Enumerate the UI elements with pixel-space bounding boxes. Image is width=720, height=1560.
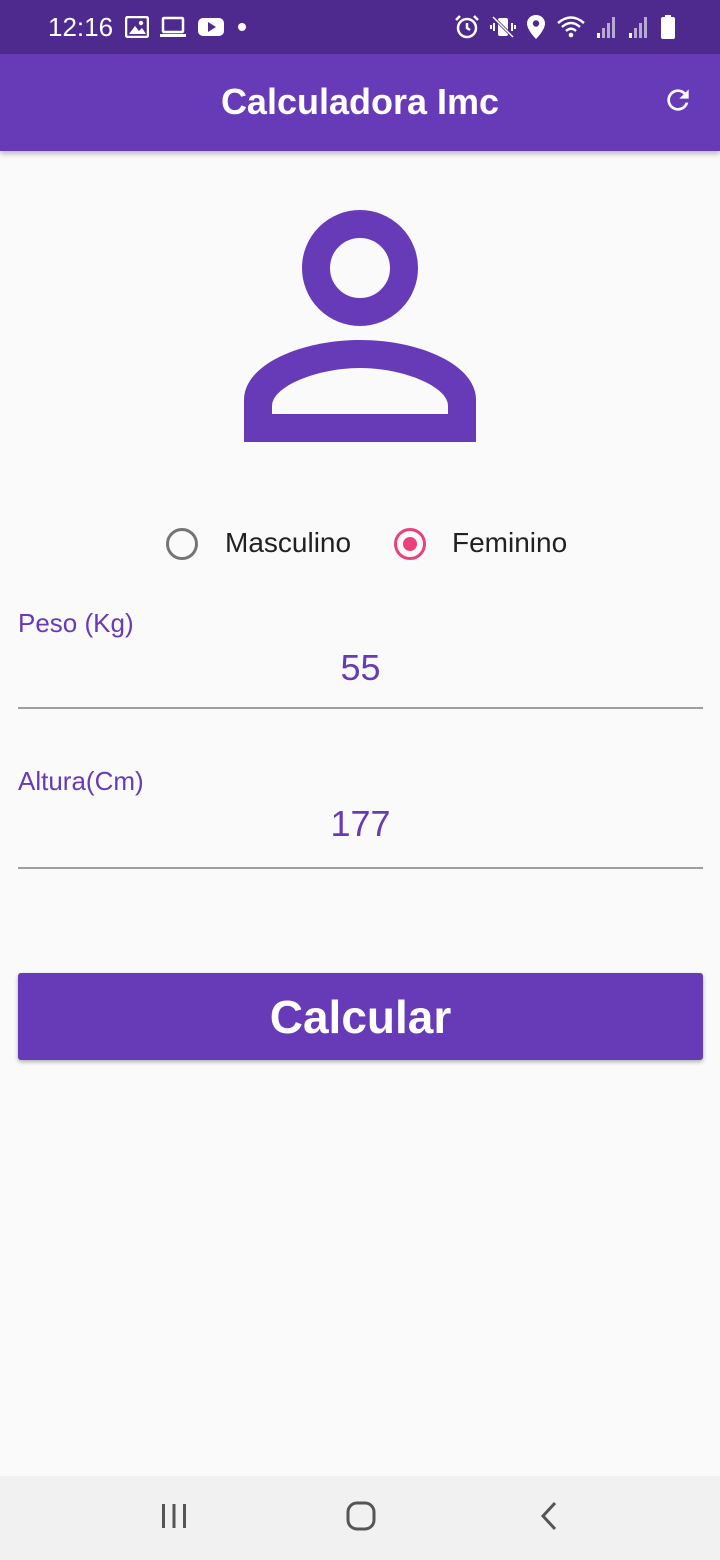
- battery-icon: [660, 14, 676, 40]
- location-icon: [526, 14, 546, 40]
- status-left-icons: [125, 13, 249, 41]
- radio-feminino[interactable]: [394, 528, 426, 560]
- dot-icon: [235, 16, 249, 38]
- altura-label: Altura(Cm): [18, 766, 144, 796]
- laptop-icon: [159, 16, 187, 38]
- home-icon: [345, 1500, 377, 1537]
- altura-field[interactable]: Altura(Cm) 177: [18, 765, 703, 871]
- altura-underline: [18, 867, 703, 869]
- refresh-icon: [662, 84, 694, 121]
- altura-input[interactable]: 177: [18, 803, 703, 845]
- radio-masculino[interactable]: [166, 528, 198, 560]
- navigation-bar: [0, 1476, 720, 1560]
- person-icon: [236, 200, 484, 448]
- radio-label-feminino[interactable]: Feminino: [452, 526, 567, 560]
- peso-label: Peso (Kg): [18, 608, 134, 638]
- vibrate-icon: [490, 14, 516, 40]
- refresh-button[interactable]: [658, 82, 698, 122]
- back-button[interactable]: [525, 1494, 573, 1542]
- recent-apps-button[interactable]: [150, 1494, 198, 1542]
- status-bar: 12:16: [0, 0, 720, 54]
- signal-icon: [628, 14, 650, 40]
- signal-icon: [596, 14, 618, 40]
- gender-selector: Masculino Feminino: [0, 518, 720, 568]
- radio-label-masculino[interactable]: Masculino: [225, 526, 351, 560]
- calcular-button[interactable]: Calcular: [18, 973, 703, 1060]
- page-title: Calculadora Imc: [220, 81, 500, 122]
- status-time: 12:16: [48, 12, 114, 42]
- home-button[interactable]: [337, 1494, 385, 1542]
- youtube-icon: [197, 16, 225, 38]
- wifi-icon: [556, 14, 586, 40]
- peso-input[interactable]: 55: [18, 647, 703, 689]
- alarm-icon: [454, 14, 480, 40]
- recent-apps-icon: [159, 1501, 189, 1536]
- back-icon: [535, 1500, 563, 1537]
- peso-underline: [18, 707, 703, 709]
- peso-field[interactable]: Peso (Kg) 55: [18, 607, 703, 711]
- app-bar: Calculadora Imc: [0, 54, 720, 151]
- image-icon: [125, 16, 149, 38]
- status-right-icons: [454, 13, 676, 41]
